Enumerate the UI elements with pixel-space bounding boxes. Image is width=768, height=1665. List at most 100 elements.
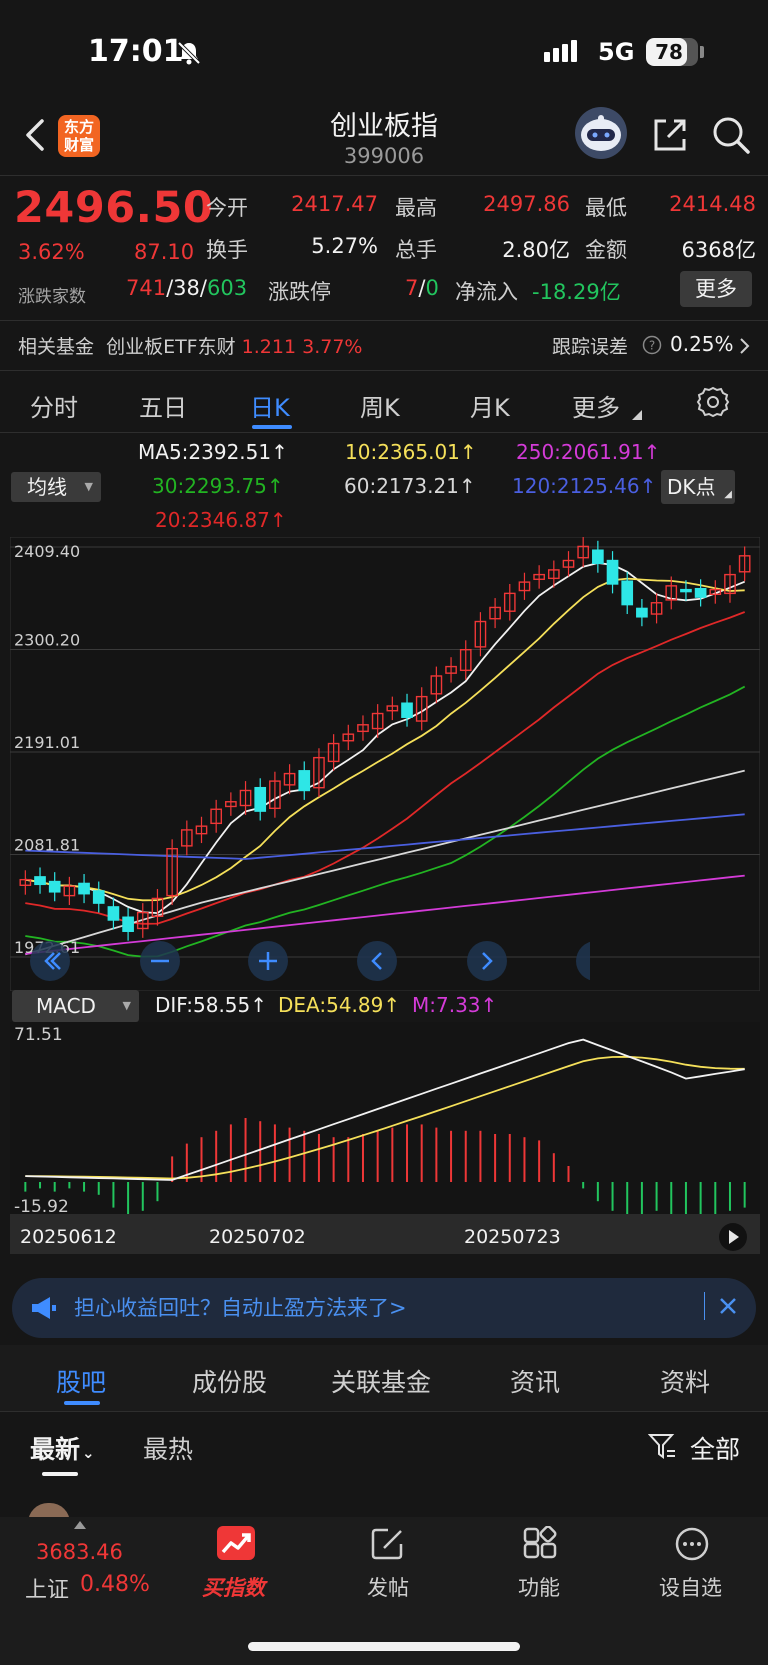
tab-weekly-k[interactable]: 周K — [360, 388, 400, 423]
track-error-value: 0.25% — [670, 332, 734, 356]
battery-level: 78 — [655, 40, 683, 64]
filter-all[interactable]: 全部 — [690, 1430, 740, 1466]
play-icon[interactable] — [718, 1222, 748, 1252]
network-label: 5G — [598, 38, 635, 66]
tab-daily-k[interactable]: 日K — [250, 388, 290, 423]
candle-body — [34, 876, 46, 886]
macd-selector[interactable]: MACD ▼ — [12, 990, 139, 1022]
tab-more[interactable]: 更多 — [572, 388, 620, 423]
volume-label: 总手 — [395, 238, 437, 262]
ma-selector-label: 均线 — [27, 475, 67, 499]
compose-icon[interactable] — [370, 1526, 406, 1562]
track-error-label: 跟踪误差 — [552, 336, 629, 358]
date-label-3: 20250723 — [464, 1226, 561, 1248]
related-fund-row[interactable]: 相关基金 创业板ETF东财 1.211 3.77% — [18, 332, 362, 359]
nav-post[interactable]: 发帖 — [367, 1572, 409, 1602]
help-icon[interactable]: ? — [642, 335, 662, 355]
scroll-left-icon[interactable] — [357, 941, 397, 981]
buy-index-icon[interactable] — [217, 1526, 255, 1560]
ma20-legend: 20:2346.87↑ — [155, 508, 287, 532]
volume-value: 2.80亿 — [502, 238, 570, 262]
limit-down: 0 — [425, 276, 439, 300]
tab-guba[interactable]: 股吧 — [56, 1363, 106, 1399]
candle-body — [694, 587, 707, 598]
fund-pct: 3.77% — [302, 336, 363, 358]
index-value[interactable]: 3683.46 — [36, 1540, 123, 1564]
zoom-in-icon[interactable] — [248, 941, 288, 981]
zoom-out-icon[interactable] — [140, 941, 180, 981]
kline-chart[interactable]: 2409.402300.202191.012081.811972.61 — [10, 537, 760, 991]
close-icon[interactable] — [718, 1296, 738, 1316]
macd-chart[interactable]: 71.51 -15.92 — [10, 1022, 760, 1222]
candle-body — [401, 702, 413, 718]
index-pct[interactable]: 0.48% — [80, 1572, 150, 1597]
tab-intraday[interactable]: 分时 — [30, 388, 78, 423]
current-price: 2496.50 — [14, 183, 214, 233]
low-value: 2414.48 — [669, 192, 756, 216]
ma-selector[interactable]: 均线 ▼ — [11, 472, 101, 502]
y-axis-label: 2300.20 — [14, 631, 80, 650]
m-legend: M:7.33↑ — [412, 993, 498, 1017]
settings-gear-icon[interactable] — [696, 385, 730, 419]
tab-news[interactable]: 资讯 — [510, 1363, 560, 1399]
date-axis — [10, 1214, 760, 1254]
fullscreen-icon[interactable] — [576, 941, 616, 981]
tab-profile[interactable]: 资料 — [660, 1363, 710, 1399]
nav-add-watchlist[interactable]: 设自选 — [659, 1572, 722, 1602]
amount-value: 6368亿 — [681, 238, 756, 262]
amount-label: 金额 — [585, 238, 627, 262]
more-dots-icon[interactable] — [674, 1526, 710, 1562]
battery-icon: 78 — [646, 38, 698, 66]
grid-apps-icon[interactable] — [522, 1526, 558, 1562]
tab-five-day[interactable]: 五日 — [139, 388, 187, 423]
ma30-legend: 30:2293.75↑ — [152, 474, 284, 498]
turnover-label: 换手 — [206, 238, 248, 262]
tab-related-funds[interactable]: 关联基金 — [331, 1363, 431, 1399]
sep: / — [199, 276, 207, 300]
limit-label: 涨跌停 — [268, 280, 331, 304]
megaphone-icon — [32, 1297, 56, 1319]
change-value: 87.10 — [134, 240, 195, 264]
limit-values: 7/0 — [405, 276, 439, 300]
rewind-icon[interactable] — [30, 941, 70, 981]
nav-buy-index[interactable]: 买指数 — [202, 1572, 265, 1602]
y-axis-label: 2081.81 — [14, 835, 80, 854]
candle-body — [122, 916, 134, 932]
fund-price: 1.211 — [241, 336, 297, 358]
tab-constituents[interactable]: 成份股 — [192, 1363, 267, 1399]
sort-newest-label: 最新 — [30, 1435, 81, 1464]
nav-features[interactable]: 功能 — [518, 1572, 560, 1602]
high-label: 最高 — [395, 196, 437, 220]
chevron-right-icon[interactable] — [738, 337, 750, 355]
candle-body — [636, 607, 648, 618]
ma120-legend: 120:2125.46↑ — [512, 474, 657, 498]
more-button[interactable]: 更多 — [680, 271, 752, 307]
chevron-down-icon: ⌄ — [82, 1444, 95, 1462]
sort-newest[interactable]: 最新 ⌄ — [30, 1430, 95, 1466]
robot-assistant-icon[interactable] — [575, 107, 627, 159]
candle-body — [78, 882, 90, 895]
tab-monthly-k[interactable]: 月K — [470, 388, 510, 423]
up-arrow-icon — [74, 1521, 86, 1529]
scroll-right-icon[interactable] — [467, 941, 507, 981]
netflow-label: 净流入 — [455, 280, 518, 304]
status-time: 17:01 — [88, 34, 184, 69]
dropdown-arrow-icon: ▼ — [84, 480, 93, 493]
chart-controls — [30, 941, 616, 985]
candle-body — [48, 880, 61, 893]
sort-hottest[interactable]: 最热 — [143, 1430, 193, 1466]
candle-body — [298, 770, 311, 792]
y-axis-label: 2409.40 — [14, 542, 80, 561]
search-icon[interactable] — [710, 114, 752, 156]
battery-tip — [700, 46, 704, 58]
candle-body — [254, 786, 267, 812]
promo-text[interactable]: 担心收益回吐？自动止盈方法来了> — [74, 1292, 407, 1322]
ma250-legend: 250:2061.91↑ — [516, 440, 661, 464]
index-name[interactable]: 上证 — [25, 1572, 69, 1604]
share-icon[interactable] — [650, 115, 690, 155]
high-value: 2497.86 — [483, 192, 570, 216]
up-count: 741 — [126, 276, 167, 300]
svg-text:?: ? — [649, 339, 655, 353]
filter-icon[interactable] — [648, 1432, 676, 1460]
dk-point-button[interactable]: DK点 ◢ — [661, 470, 735, 504]
